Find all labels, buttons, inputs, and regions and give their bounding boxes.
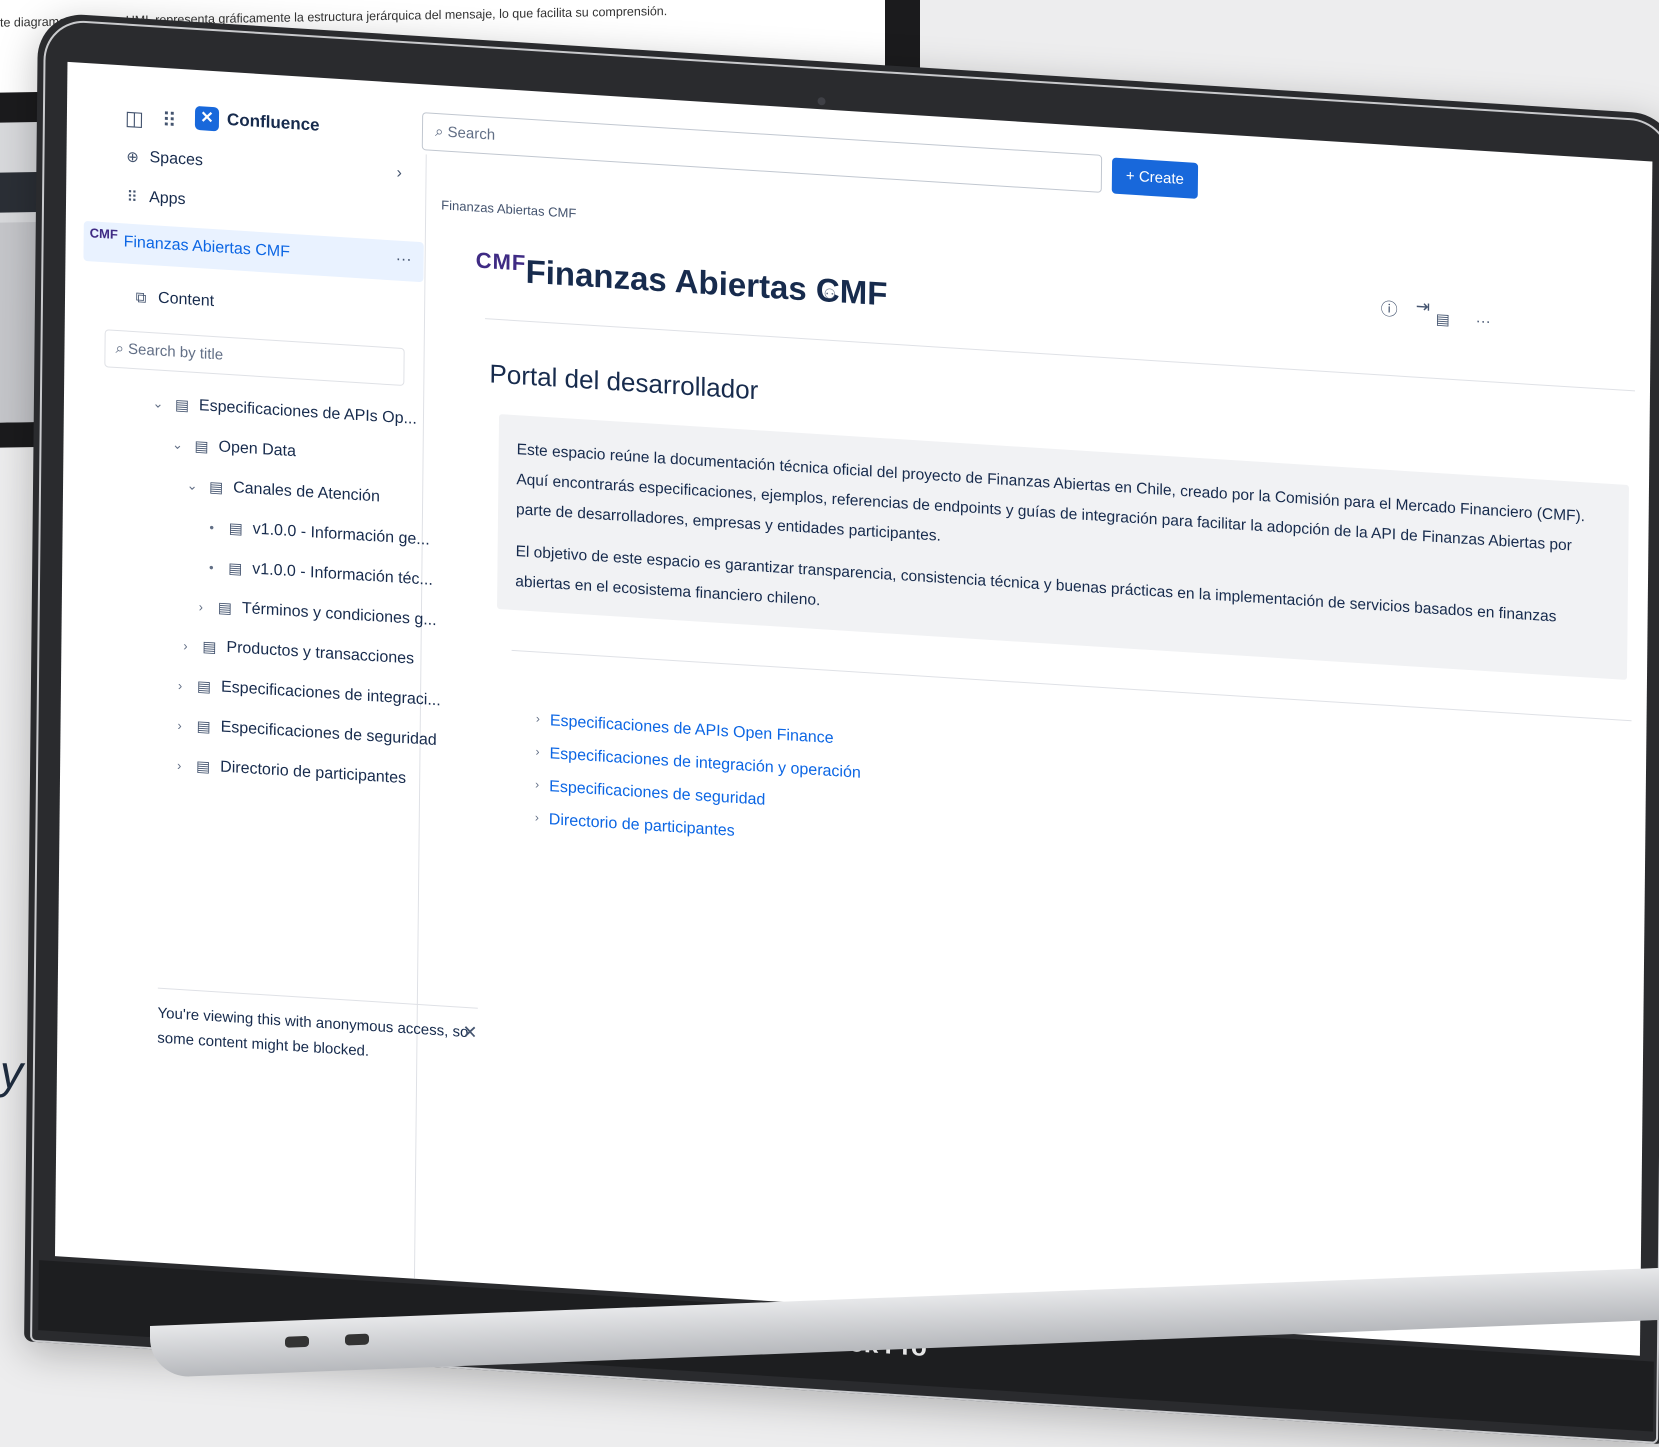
plus-icon: +: [1125, 167, 1135, 185]
section-title: Portal del desarrollador: [489, 358, 759, 406]
product-name[interactable]: Confluence: [227, 110, 320, 136]
page-icon: ▤: [228, 520, 243, 538]
chevron-down-icon[interactable]: ⌄: [168, 436, 186, 453]
tree-item[interactable]: › ▤ Productos y transacciones: [176, 629, 414, 676]
laptop: ◫ ⠿ ✕ Confluence ⌕ Search + Create ⓘ ⇥ ⊕…: [24, 12, 1659, 1445]
apps-icon: ⠿: [126, 188, 138, 207]
page-icon: ▤: [208, 478, 224, 497]
more-actions-icon[interactable]: ···: [1476, 312, 1491, 330]
content-icon: ⧉: [135, 288, 147, 307]
search-by-title-placeholder: Search by title: [128, 340, 224, 364]
bullet-icon: ›: [535, 711, 540, 726]
globe-icon: ⊕: [126, 148, 139, 167]
space-name: Finanzas Abiertas CMF: [123, 233, 291, 261]
search-by-title-input[interactable]: ⌕ Search by title: [104, 329, 405, 387]
tree-item-label: Términos y condiciones g...: [241, 599, 437, 630]
background-mark: y: [0, 1046, 23, 1098]
page-icon: ▤: [202, 638, 217, 657]
create-button[interactable]: + Create: [1111, 157, 1199, 199]
page-icon: ▤: [194, 437, 209, 456]
tree-item[interactable]: ⌄ ▤ Especificaciones de APIs Op...: [149, 387, 417, 436]
comment-icon[interactable]: ▤: [1436, 310, 1450, 329]
main-content: Finanzas Abiertas CMF CMF Finanzas Abier…: [425, 155, 1652, 1356]
chevron-right-icon[interactable]: ›: [171, 717, 189, 733]
sidebar-spaces-label: Spaces: [149, 149, 204, 170]
bullet-icon: •: [208, 559, 214, 575]
search-placeholder: Search: [447, 123, 496, 144]
tree-item-label: v1.0.0 - Información téc...: [252, 560, 433, 589]
search-icon: ⌕: [434, 122, 444, 141]
breadcrumb[interactable]: Finanzas Abiertas CMF: [441, 197, 576, 220]
tree-item[interactable]: • ▤ v1.0.0 - Información ge...: [203, 510, 430, 556]
tree-item[interactable]: ⌄ ▤ Open Data: [168, 428, 296, 468]
create-label: Create: [1138, 168, 1184, 189]
tree-item-label: Open Data: [218, 438, 297, 461]
usb-port: [285, 1335, 309, 1348]
tree-item-label: Especificaciones de seguridad: [220, 718, 437, 750]
laptop-screen: ◫ ⠿ ✕ Confluence ⌕ Search + Create ⓘ ⇥ ⊕…: [54, 61, 1653, 1356]
sidebar-item-content[interactable]: ⧉ Content: [130, 281, 215, 318]
tree-item[interactable]: › ▤ Especificaciones de seguridad: [170, 708, 436, 757]
sidebar-item-apps[interactable]: ⠿ Apps: [121, 180, 186, 216]
chevron-down-icon[interactable]: ⌄: [149, 395, 167, 412]
sidebar-apps-label: Apps: [149, 189, 186, 209]
tree-item-label: Directorio de participantes: [220, 758, 407, 788]
page-icon: ▤: [174, 396, 190, 415]
tree-item[interactable]: › ▤ Directorio de participantes: [170, 748, 406, 795]
page-link[interactable]: Especificaciones de APIs Open Finance: [550, 712, 834, 747]
space-logo-icon: CMF: [89, 225, 118, 243]
chevron-right-icon[interactable]: ›: [171, 677, 189, 693]
chevron-right-icon[interactable]: ›: [176, 637, 194, 653]
search-icon: ⌕: [115, 339, 125, 358]
sidebar-content-label: Content: [157, 289, 215, 311]
chevron-right-icon[interactable]: ›: [396, 165, 402, 183]
more-icon[interactable]: ···: [396, 251, 412, 270]
bullet-icon: ›: [535, 744, 540, 759]
page-title: Finanzas Abiertas CMF: [525, 252, 888, 313]
tree-item[interactable]: › ▤ Términos y condiciones g...: [192, 590, 437, 637]
chevron-down-icon[interactable]: ⌄: [183, 477, 201, 494]
usb-port: [345, 1333, 369, 1346]
camera: [817, 97, 826, 106]
page-links: › Especificaciones de APIs Open Finance ›…: [535, 711, 862, 863]
cmf-logo: CMF: [475, 247, 527, 276]
tree-item[interactable]: ⌄ ▤ Canales de Atención: [183, 469, 380, 513]
tree-item-label: Especificaciones de APIs Op...: [198, 397, 417, 428]
sidebar-item-spaces[interactable]: ⊕ Spaces: [121, 140, 203, 177]
sidebar-toggle-icon[interactable]: ◫: [125, 105, 144, 131]
info-panel: Este espacio reúne la documentación técn…: [497, 414, 1630, 680]
sidebar-space-current[interactable]: CMF Finanzas Abiertas CMF ···: [83, 220, 424, 283]
tree-item-label: v1.0.0 - Información ge...: [252, 520, 430, 549]
page-icon: ▤: [217, 599, 233, 618]
page-icon: ▤: [228, 559, 243, 578]
app-switcher-icon[interactable]: ⠿: [162, 108, 177, 134]
tree-item-label: Especificaciones de integraci...: [220, 678, 441, 710]
tree-item-label: Canales de Atención: [233, 479, 380, 506]
chevron-right-icon[interactable]: ›: [192, 598, 210, 614]
confluence-logo-icon[interactable]: ✕: [194, 105, 220, 132]
page-icon: ▤: [196, 757, 211, 776]
chevron-right-icon[interactable]: ›: [170, 757, 188, 773]
bullet-icon: ›: [535, 777, 540, 792]
sidebar: ⊕ Spaces › ⠿ Apps CMF Finanzas Abiertas …: [54, 131, 478, 1279]
tree-item[interactable]: • ▤ v1.0.0 - Información téc...: [202, 550, 433, 596]
tree-item-label: Productos y transacciones: [226, 638, 415, 668]
people-icon[interactable]: ⚇: [823, 285, 836, 303]
notice-text: You're viewing this with anonymous acces…: [157, 1004, 469, 1060]
page-icon: ▤: [196, 678, 212, 696]
page-icon: ▤: [196, 718, 211, 736]
bullet-icon: ›: [534, 810, 539, 825]
bullet-icon: •: [209, 519, 215, 535]
